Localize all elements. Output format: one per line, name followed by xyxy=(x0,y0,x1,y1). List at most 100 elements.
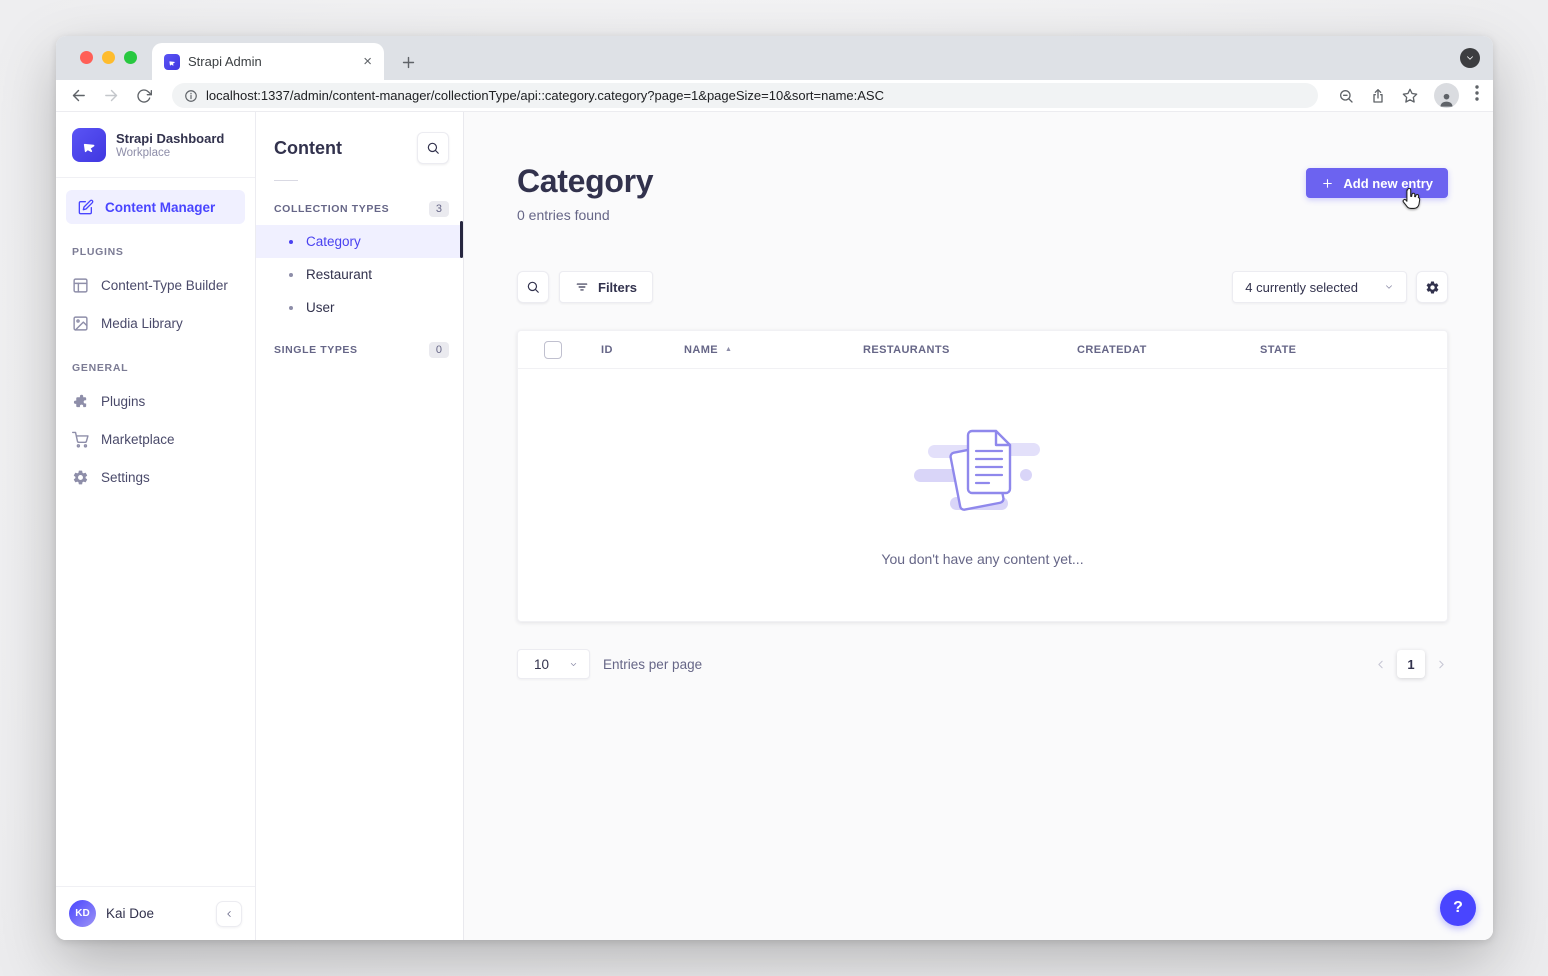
column-header-createdat[interactable]: CREATEDAT xyxy=(1077,344,1260,356)
content-type-builder-label: Content-Type Builder xyxy=(101,278,228,293)
content-subsidebar: Content COLLECTION TYPES 3 Category Rest… xyxy=(256,112,464,940)
category-item-label: Category xyxy=(306,234,361,249)
empty-state-text: You don't have any content yet... xyxy=(881,551,1083,567)
sidebar-item-content-type-builder[interactable]: Content-Type Builder xyxy=(56,266,255,304)
sidebar-item-content-manager[interactable]: Content Manager xyxy=(66,190,245,224)
general-section-label: GENERAL xyxy=(56,342,255,382)
filters-button[interactable]: Filters xyxy=(559,271,653,303)
brand-subtitle: Workplace xyxy=(116,147,224,159)
main-content: Category 0 entries found Add new entry xyxy=(464,112,1493,940)
browser-zoom-icon[interactable] xyxy=(1338,88,1354,104)
sidebar-divider xyxy=(56,177,255,178)
brand-title: Strapi Dashboard xyxy=(116,131,224,147)
plugins-section-label: PLUGINS xyxy=(56,226,255,266)
filter-icon xyxy=(575,280,589,294)
browser-window: Strapi Admin × localhost:1337/admin/cont… xyxy=(56,36,1493,940)
bullet-icon xyxy=(289,306,293,310)
gear-icon xyxy=(72,469,89,486)
empty-documents-illustration xyxy=(912,423,1054,527)
subsidebar-divider xyxy=(274,180,298,181)
column-header-name[interactable]: NAME ▲ xyxy=(684,344,863,356)
sidebar-item-media-library[interactable]: Media Library xyxy=(56,304,255,342)
sidebar-item-marketplace[interactable]: Marketplace xyxy=(56,420,255,458)
column-header-state[interactable]: STATE xyxy=(1260,344,1447,356)
column-header-id[interactable]: ID xyxy=(601,344,684,356)
marketplace-label: Marketplace xyxy=(101,432,175,447)
list-controls: Filters 4 currently selected xyxy=(517,271,1448,303)
chevron-down-icon xyxy=(1384,282,1394,292)
table-settings-button[interactable] xyxy=(1416,271,1448,303)
close-tab-icon[interactable]: × xyxy=(363,54,372,69)
plus-icon xyxy=(1321,177,1334,190)
close-window-button[interactable] xyxy=(80,51,93,64)
bookmark-star-icon[interactable] xyxy=(1402,88,1418,104)
next-page-icon[interactable] xyxy=(1435,658,1448,671)
columns-dropdown-value: 4 currently selected xyxy=(1245,280,1358,295)
subsidebar-title: Content xyxy=(274,138,342,159)
maximize-window-button[interactable] xyxy=(124,51,137,64)
chevron-down-icon xyxy=(569,660,578,669)
help-button[interactable]: ? xyxy=(1440,890,1476,926)
site-info-icon[interactable] xyxy=(184,89,198,103)
window-controls xyxy=(80,51,137,64)
browser-profile-avatar[interactable] xyxy=(1434,83,1459,108)
new-tab-button[interactable] xyxy=(400,54,417,71)
browser-tab-strip: Strapi Admin × xyxy=(56,36,1493,80)
entries-table: ID NAME ▲ RESTAURANTS CREATEDAT STATE xyxy=(517,330,1448,622)
previous-page-icon[interactable] xyxy=(1374,658,1387,671)
strapi-favicon-icon xyxy=(164,54,180,70)
browser-menu-icon[interactable] xyxy=(1475,85,1479,106)
subsidebar-item-category[interactable]: Category xyxy=(256,225,463,258)
subsidebar-item-user[interactable]: User xyxy=(256,291,463,324)
collection-types-label: COLLECTION TYPES xyxy=(274,203,389,215)
share-icon[interactable] xyxy=(1370,88,1386,104)
tab-title: Strapi Admin xyxy=(188,54,355,69)
add-new-entry-button[interactable]: Add new entry xyxy=(1306,168,1448,198)
page-size-value: 10 xyxy=(534,657,549,672)
page-title: Category xyxy=(517,163,653,200)
add-new-entry-label: Add new entry xyxy=(1343,176,1433,191)
minimize-window-button[interactable] xyxy=(102,51,115,64)
content-search-button[interactable] xyxy=(417,132,449,164)
select-all-checkbox[interactable] xyxy=(544,341,562,359)
entries-per-page-label: Entries per page xyxy=(603,657,702,672)
collapse-sidebar-button[interactable] xyxy=(216,901,242,927)
list-search-button[interactable] xyxy=(517,271,549,303)
settings-label: Settings xyxy=(101,470,150,485)
single-types-label: SINGLE TYPES xyxy=(274,344,358,356)
user-name: Kai Doe xyxy=(106,906,154,921)
reload-icon[interactable] xyxy=(136,88,152,104)
forward-icon[interactable] xyxy=(103,87,120,104)
page-size-select[interactable]: 10 xyxy=(517,649,590,679)
restaurant-item-label: Restaurant xyxy=(306,267,372,282)
page-1-button[interactable]: 1 xyxy=(1397,650,1425,678)
columns-dropdown[interactable]: 4 currently selected xyxy=(1232,271,1407,303)
single-types-section: SINGLE TYPES 0 xyxy=(256,332,463,366)
browser-tab[interactable]: Strapi Admin × xyxy=(152,43,384,80)
address-bar[interactable]: localhost:1337/admin/content-manager/col… xyxy=(172,83,1318,108)
main-sidebar: Strapi Dashboard Workplace Content Manag… xyxy=(56,112,256,940)
sidebar-footer: KD Kai Doe xyxy=(56,886,255,940)
workspace-brand[interactable]: Strapi Dashboard Workplace xyxy=(56,112,255,177)
column-header-restaurants[interactable]: RESTAURANTS xyxy=(863,344,1077,356)
entries-count: 0 entries found xyxy=(517,207,653,223)
toolbar-actions xyxy=(1338,83,1479,108)
table-header-row: ID NAME ▲ RESTAURANTS CREATEDAT STATE xyxy=(518,331,1447,369)
single-types-count-badge: 0 xyxy=(429,342,449,358)
subsidebar-scrollbar[interactable] xyxy=(460,221,463,258)
url-text: localhost:1337/admin/content-manager/col… xyxy=(206,88,884,103)
pen-icon xyxy=(78,199,94,215)
bullet-icon xyxy=(289,240,293,244)
media-library-label: Media Library xyxy=(101,316,183,331)
sidebar-item-plugins[interactable]: Plugins xyxy=(56,382,255,420)
plugins-label: Plugins xyxy=(101,394,145,409)
browser-toolbar: localhost:1337/admin/content-manager/col… xyxy=(56,80,1493,112)
pagination-bar: 10 Entries per page 1 xyxy=(517,649,1448,679)
subsidebar-item-restaurant[interactable]: Restaurant xyxy=(256,258,463,291)
empty-state: You don't have any content yet... xyxy=(518,369,1447,621)
back-icon[interactable] xyxy=(70,87,87,104)
tab-overview-button[interactable] xyxy=(1460,48,1480,68)
bullet-icon xyxy=(289,273,293,277)
user-avatar[interactable]: KD xyxy=(69,900,96,927)
sidebar-item-settings[interactable]: Settings xyxy=(56,458,255,496)
